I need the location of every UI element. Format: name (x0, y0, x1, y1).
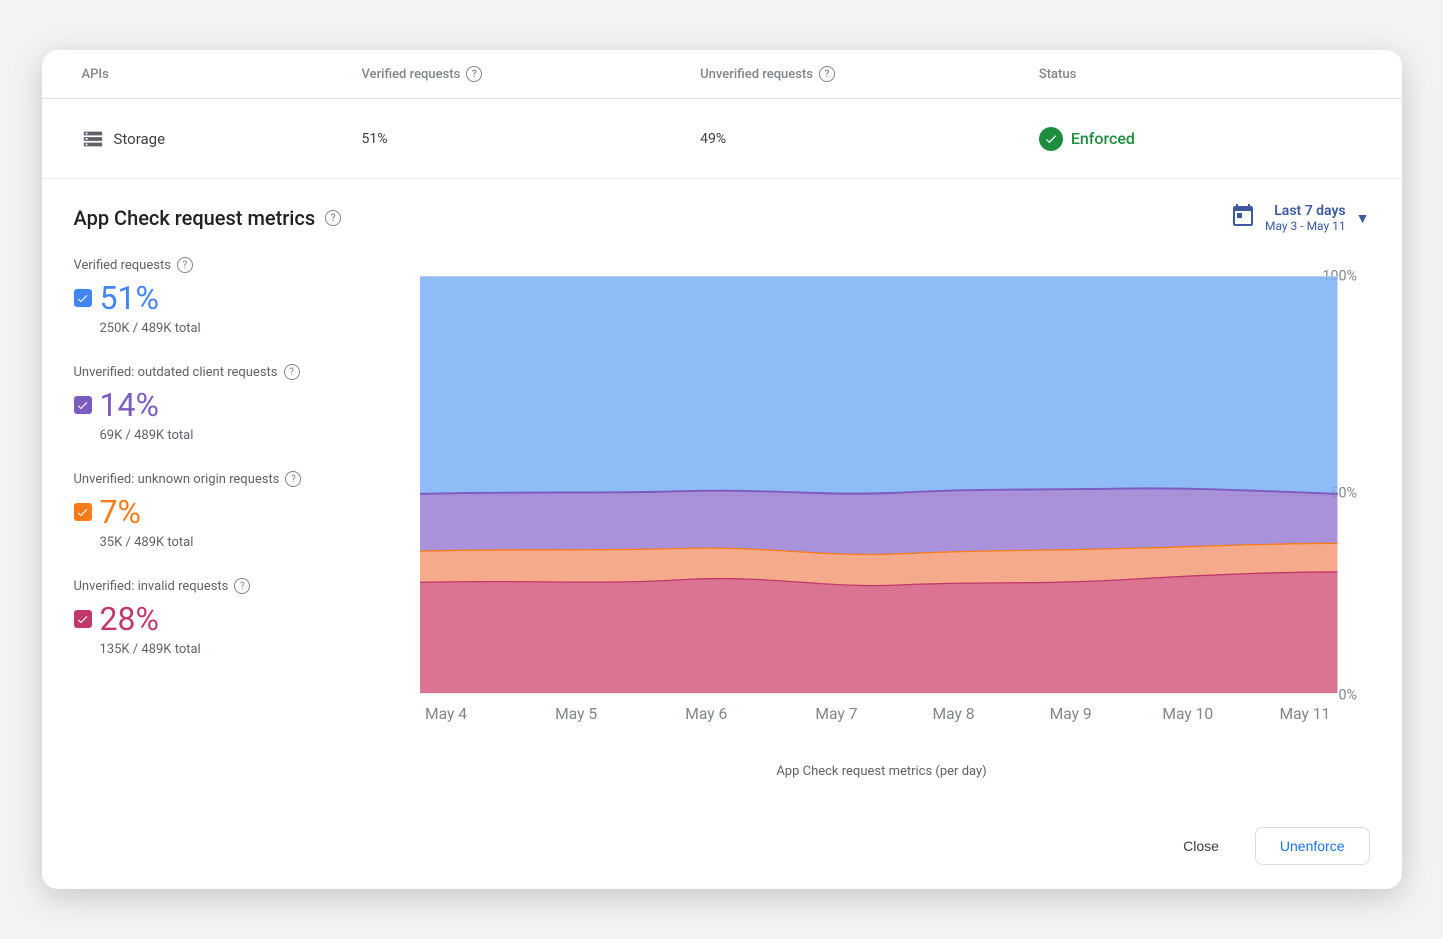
unenforce-button[interactable]: Unenforce (1255, 827, 1370, 865)
unverified-label: Unverified requests (700, 67, 813, 82)
svg-text:May 10: May 10 (1162, 705, 1213, 723)
invalid-percentage: 28% (100, 600, 159, 638)
legend-panel: Verified requests ? 51% 250K / 489K tota… (74, 257, 354, 779)
verified-checkbox[interactable] (74, 289, 92, 307)
legend-item-unknown: Unverified: unknown origin requests ? 7%… (74, 471, 354, 550)
verified-requests-help-icon[interactable]: ? (177, 257, 193, 273)
enforced-badge: Enforced (1039, 127, 1362, 151)
legend-value-invalid: 28% (74, 600, 354, 638)
check-circle-icon (1039, 127, 1063, 151)
verified-pct: 51% (362, 131, 388, 147)
api-name-cell: Storage (74, 112, 354, 166)
verified-total: 250K / 489K total (100, 321, 354, 336)
legend-item-outdated: Unverified: outdated client requests ? 1… (74, 364, 354, 443)
svg-text:May 4: May 4 (425, 705, 467, 723)
legend-item-verified: Verified requests ? 51% 250K / 489K tota… (74, 257, 354, 336)
svg-text:May 8: May 8 (932, 705, 974, 723)
unverified-help-icon[interactable]: ? (819, 66, 835, 82)
date-range-text: Last 7 days May 3 - May 11 (1265, 203, 1346, 233)
close-button[interactable]: Close (1159, 827, 1243, 865)
status-cell: Enforced (1031, 111, 1370, 167)
unknown-checkbox[interactable] (74, 503, 92, 521)
legend-label-invalid: Unverified: invalid requests ? (74, 578, 354, 594)
legend-value-verified: 51% (74, 279, 354, 317)
col-header-unverified: Unverified requests ? (692, 50, 1031, 98)
legend-label-verified: Verified requests ? (74, 257, 354, 273)
metrics-title: App Check request metrics (74, 206, 316, 230)
outdated-percentage: 14% (100, 386, 159, 424)
status-label: Status (1039, 67, 1076, 82)
invalid-total: 135K / 489K total (100, 642, 354, 657)
invalid-help-icon[interactable]: ? (234, 578, 250, 594)
metrics-chart: 100% 50% 0% (394, 257, 1370, 752)
status-text: Enforced (1071, 129, 1135, 148)
verified-pct-cell: 51% (354, 115, 693, 163)
calendar-icon (1231, 203, 1255, 233)
svg-text:0%: 0% (1338, 688, 1357, 704)
metrics-help-icon[interactable]: ? (325, 210, 341, 226)
modal: APIs Verified requests ? Unverified requ… (42, 50, 1402, 889)
legend-item-invalid: Unverified: invalid requests ? 28% 135K … (74, 578, 354, 657)
outdated-text: Unverified: outdated client requests (74, 365, 278, 380)
invalid-checkbox[interactable] (74, 610, 92, 628)
unknown-help-icon[interactable]: ? (285, 471, 301, 487)
svg-text:May 7: May 7 (815, 705, 857, 723)
metrics-section: App Check request metrics ? Last 7 days … (42, 179, 1402, 811)
verified-label: Verified requests (362, 67, 461, 82)
date-range-label: Last 7 days (1265, 203, 1346, 219)
modal-footer: Close Unenforce (42, 811, 1402, 889)
legend-value-outdated: 14% (74, 386, 354, 424)
outdated-total: 69K / 489K total (100, 428, 354, 443)
date-range-selector[interactable]: Last 7 days May 3 - May 11 ▼ (1231, 203, 1370, 233)
unverified-pct: 49% (700, 131, 726, 147)
verified-percentage: 51% (100, 279, 159, 317)
svg-text:May 5: May 5 (555, 705, 597, 723)
chart-container: 100% 50% 0% (394, 257, 1370, 779)
svg-text:May 6: May 6 (685, 705, 727, 723)
svg-text:May 11: May 11 (1279, 705, 1330, 723)
legend-label-outdated: Unverified: outdated client requests ? (74, 364, 354, 380)
date-range-sub: May 3 - May 11 (1265, 219, 1346, 233)
col-header-status: Status (1031, 50, 1370, 98)
unverified-pct-cell: 49% (692, 115, 1031, 163)
legend-label-unknown: Unverified: unknown origin requests ? (74, 471, 354, 487)
invalid-text: Unverified: invalid requests (74, 579, 229, 594)
apis-label: APIs (82, 67, 109, 82)
api-name: Storage (114, 130, 166, 148)
chart-x-label: App Check request metrics (per day) (394, 764, 1370, 779)
col-header-verified: Verified requests ? (354, 50, 693, 98)
table-header: APIs Verified requests ? Unverified requ… (42, 50, 1402, 99)
metrics-title-row: App Check request metrics ? (74, 206, 342, 230)
svg-text:May 9: May 9 (1049, 705, 1091, 723)
storage-icon (82, 128, 104, 150)
verified-help-icon[interactable]: ? (466, 66, 482, 82)
outdated-checkbox[interactable] (74, 396, 92, 414)
unknown-percentage: 7% (100, 493, 141, 531)
metrics-content: Verified requests ? 51% 250K / 489K tota… (74, 257, 1370, 779)
verified-requests-text: Verified requests (74, 258, 171, 273)
outdated-help-icon[interactable]: ? (284, 364, 300, 380)
chevron-down-icon: ▼ (1356, 210, 1370, 227)
metrics-header: App Check request metrics ? Last 7 days … (74, 203, 1370, 233)
table-row: Storage 51% 49% Enforced (42, 99, 1402, 179)
col-header-apis: APIs (74, 50, 354, 98)
unknown-text: Unverified: unknown origin requests (74, 472, 280, 487)
legend-value-unknown: 7% (74, 493, 354, 531)
unknown-total: 35K / 489K total (100, 535, 354, 550)
